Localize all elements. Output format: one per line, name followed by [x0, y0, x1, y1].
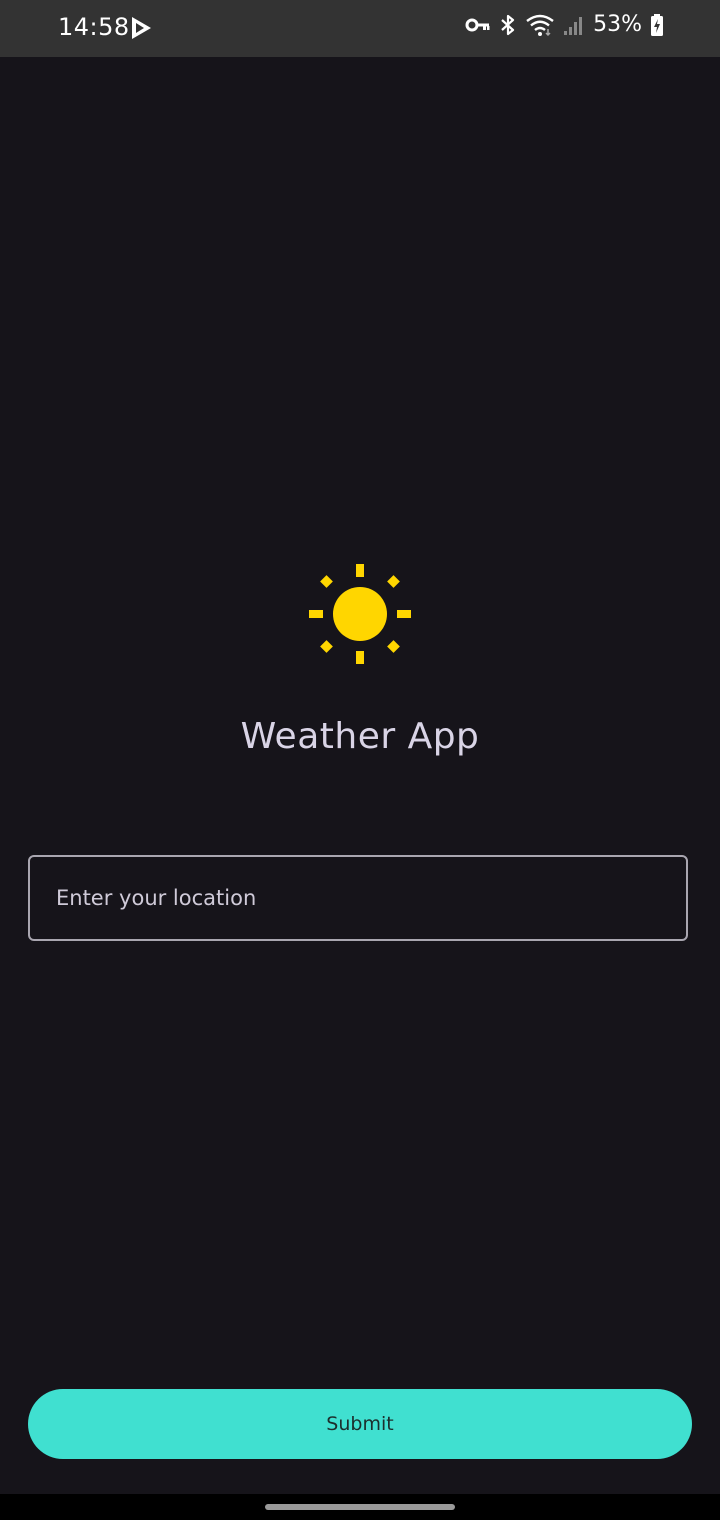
status-bar: 14:58 53% — [0, 0, 720, 57]
location-field[interactable] — [28, 855, 688, 941]
submit-button[interactable]: Submit — [28, 1389, 692, 1459]
battery-charging-icon — [651, 13, 663, 36]
bluetooth-icon — [501, 14, 515, 35]
app-title: Weather App — [240, 716, 480, 757]
location-input[interactable] — [56, 857, 656, 939]
cell-signal-icon — [564, 16, 583, 35]
battery-percent: 53% — [593, 12, 642, 37]
home-indicator[interactable] — [265, 1504, 455, 1510]
status-time: 14:58 — [58, 13, 130, 41]
vpn-key-icon — [465, 18, 490, 31]
sun-icon — [309, 564, 411, 664]
play-store-icon — [132, 17, 151, 39]
status-icons: 53% — [465, 12, 664, 37]
navigation-bar — [0, 1494, 720, 1520]
wifi-icon — [526, 14, 554, 36]
weather-app-screen: 14:58 53% Weather App Enter your locatio… — [0, 0, 720, 1520]
